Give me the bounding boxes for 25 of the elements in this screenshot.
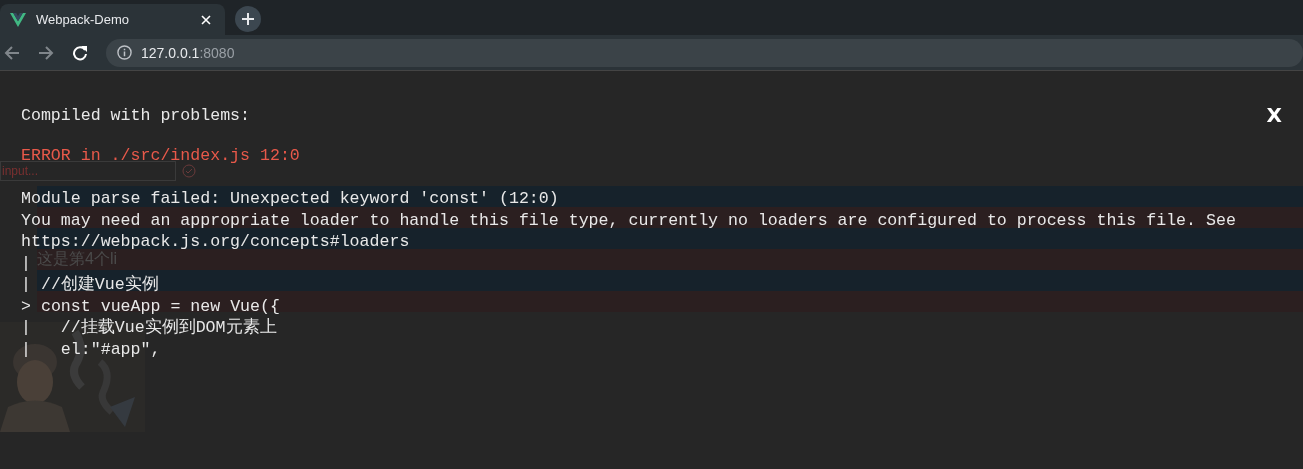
code-line-marker: | — [21, 318, 31, 337]
code-line-marker: | — [21, 339, 31, 359]
back-icon[interactable] — [4, 44, 20, 61]
error-message-line: You may need an appropriate loader to handle this file type, currently no loaders are configured to process this file. See — [21, 209, 1237, 231]
error-message-line: https://webpack.js.org/concepts#loaders — [21, 231, 411, 251]
code-line-marker: > — [21, 296, 31, 316]
code-line: //挂载Vue实例到DOM元素上 — [59, 318, 277, 337]
check-circle-icon[interactable] — [182, 164, 196, 178]
address-bar[interactable]: 127.0.0.1:8080 — [106, 38, 1303, 67]
forward-icon[interactable] — [38, 44, 54, 61]
close-icon[interactable] — [201, 14, 211, 25]
code-line: //创建Vue实例 — [39, 275, 159, 294]
close-button[interactable]: X — [1266, 103, 1282, 127]
code-line: const vueApp = new Vue({ — [39, 296, 280, 316]
info-icon — [117, 45, 132, 60]
input-field[interactable]: input... — [0, 161, 176, 181]
v-logo-icon — [10, 12, 26, 27]
code-line: el:"#app", — [59, 339, 161, 359]
error-message-line: Module parse failed: Unexpected keyword 'const' (12:0) — [21, 188, 560, 210]
new-tab-icon[interactable] — [235, 6, 261, 32]
code-line-marker: | — [21, 275, 31, 294]
code-line-marker: | — [21, 253, 31, 273]
browser-tab[interactable]: Webpack-Demo — [0, 4, 225, 35]
reload-icon[interactable] — [72, 44, 88, 61]
overlay-title: Compiled with problems: — [21, 105, 251, 125]
